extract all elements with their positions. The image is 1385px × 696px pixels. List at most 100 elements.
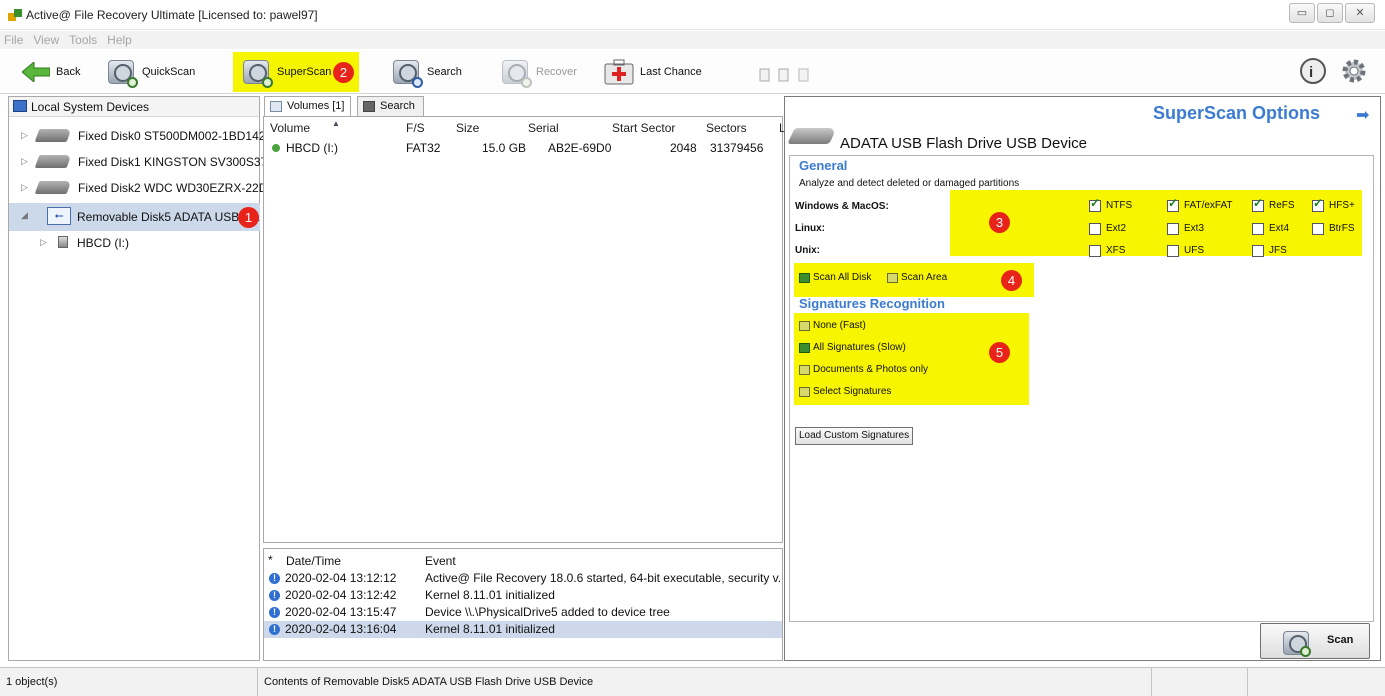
log-column-event[interactable]: Event — [425, 554, 456, 568]
log-row[interactable]: ! 2020-02-04 13:12:42 Kernel 8.11.01 ini… — [264, 587, 782, 604]
recover-button[interactable]: Recover — [502, 54, 577, 90]
hard-disk-icon — [34, 129, 72, 142]
window-title: Active@ File Recovery Ultimate [Licensed… — [26, 8, 318, 22]
device-tree-title: Local System Devices — [31, 100, 150, 114]
volumes-pane: Volumes [1] Search Volume ▲ F/S Size Ser… — [263, 96, 786, 661]
quickscan-icon — [108, 58, 138, 88]
os-label-windows: Windows & MacOS: — [795, 201, 889, 212]
checkbox-refs[interactable]: ReFS — [1252, 196, 1295, 212]
options-title: SuperScan Options — [1153, 103, 1321, 123]
volume-list: Volume ▲ F/S Size Serial Start Sector Se… — [263, 116, 786, 543]
log-row[interactable]: ! 2020-02-04 13:15:47 Device \\.\Physica… — [264, 604, 782, 621]
radio-sig-all[interactable]: All Signatures (Slow) — [799, 342, 906, 353]
column-fs[interactable]: F/S — [406, 121, 425, 135]
log-event: Device \\.\PhysicalDrive5 added to devic… — [425, 605, 670, 619]
radio-sig-none[interactable]: None (Fast) — [799, 320, 866, 331]
help-icon[interactable]: i — [1300, 58, 1326, 84]
superscan-button[interactable]: SuperScan 2 — [233, 52, 359, 92]
arrow-right-icon[interactable]: ➡ — [1356, 105, 1369, 125]
tab-volumes-label: Volumes [1] — [287, 100, 345, 112]
column-start-sector[interactable]: Start Sector — [612, 121, 675, 135]
back-label: Back — [56, 66, 81, 78]
quickscan-button[interactable]: QuickScan — [108, 54, 195, 90]
scan-button[interactable]: Scan — [1260, 623, 1370, 659]
list-icon — [270, 101, 282, 112]
tree-item-disk1[interactable]: ▷ Fixed Disk1 KINGSTON SV300S37... — [9, 149, 277, 175]
log-column-flag: * — [268, 553, 273, 567]
scan-label: Scan — [1327, 634, 1354, 646]
menu-file[interactable]: File — [0, 31, 29, 47]
title-bar: Active@ File Recovery Ultimate [Licensed… — [0, 0, 1385, 30]
quickscan-label: QuickScan — [142, 66, 196, 78]
checkbox-ntfs[interactable]: NTFS — [1089, 196, 1132, 212]
expand-arrow-icon[interactable]: ▷ — [40, 237, 47, 248]
checkbox-ext3[interactable]: Ext3 — [1167, 223, 1204, 235]
device-tree-pane: Local System Devices ▷ Fixed Disk0 ST500… — [8, 96, 284, 661]
search-button[interactable]: Search — [393, 54, 462, 90]
step-badge-5: 5 — [989, 342, 1010, 363]
partition-icon — [58, 236, 68, 248]
superscan-options-panel: SuperScan Options ➡ ADATA USB Flash Driv… — [784, 96, 1381, 661]
tab-search[interactable]: Search — [357, 96, 424, 117]
svg-text:i: i — [1309, 64, 1313, 81]
radio-scan-area[interactable]: Scan Area — [887, 272, 947, 283]
tree-item-label: HBCD (I:) — [77, 236, 129, 250]
checkbox-btrfs[interactable]: BtrFS — [1312, 223, 1355, 235]
back-button[interactable]: Back — [22, 54, 80, 90]
checkbox-fat-exfat[interactable]: FAT/exFAT — [1167, 196, 1233, 212]
cell-sectors: 31379456 — [710, 141, 764, 155]
column-size[interactable]: Size — [456, 121, 479, 135]
log-row[interactable]: ! 2020-02-04 13:12:12 Active@ File Recov… — [264, 570, 782, 587]
tab-volumes[interactable]: Volumes [1] — [264, 96, 352, 117]
status-bar: 1 object(s) Contents of Removable Disk5 … — [0, 667, 1385, 696]
lastchance-button[interactable]: Last Chance — [604, 54, 702, 90]
minimize-button[interactable]: ▭ — [1289, 3, 1315, 23]
radio-sig-select[interactable]: Select Signatures — [799, 386, 891, 397]
checkbox-hfs-plus[interactable]: HFS+ — [1312, 196, 1355, 212]
log-row[interactable]: ! 2020-02-04 13:16:04 Kernel 8.11.01 ini… — [264, 621, 782, 638]
close-button[interactable]: ✕ — [1345, 3, 1375, 23]
back-arrow-icon — [22, 62, 50, 82]
column-volume[interactable]: Volume — [270, 121, 310, 135]
usb-icon: ⭠ — [47, 207, 71, 225]
radio-sig-documents-photos[interactable]: Documents & Photos only — [799, 364, 928, 375]
radio-scan-all-disk[interactable]: Scan All Disk — [799, 272, 871, 283]
general-description: Analyze and detect deleted or damaged pa… — [799, 178, 1020, 189]
search-icon — [393, 58, 423, 88]
status-object-count: 1 object(s) — [0, 668, 258, 696]
checkbox-xfs[interactable]: XFS — [1089, 245, 1125, 257]
log-column-datetime[interactable]: Date/Time — [286, 554, 341, 568]
recover-icon — [502, 58, 532, 88]
superscan-icon — [243, 58, 273, 88]
checkbox-ufs[interactable]: UFS — [1167, 245, 1204, 257]
menu-view[interactable]: View — [29, 31, 65, 47]
hard-disk-icon — [34, 181, 72, 194]
log-event: Kernel 8.11.01 initialized — [425, 588, 555, 602]
settings-gear-icon[interactable] — [1340, 57, 1368, 85]
info-icon: ! — [269, 624, 280, 635]
menu-tools[interactable]: Tools — [65, 31, 103, 47]
collapse-arrow-icon[interactable]: ◢ — [21, 210, 28, 221]
column-serial[interactable]: Serial — [528, 121, 559, 135]
checkbox-ext2[interactable]: Ext2 — [1089, 223, 1126, 235]
maximize-button[interactable]: ◻ — [1317, 3, 1343, 23]
expand-arrow-icon[interactable]: ▷ — [21, 182, 28, 193]
device-name: ADATA USB Flash Drive USB Device — [840, 135, 1088, 152]
tab-search-label: Search — [380, 100, 415, 112]
checkbox-ext4[interactable]: Ext4 — [1252, 223, 1289, 235]
info-icon: ! — [269, 590, 280, 601]
tree-item-disk5[interactable]: ◢ ⭠ Removable Disk5 ADATA USB Fla 1 — [9, 203, 260, 231]
load-custom-signatures-button[interactable]: Load Custom Signatures — [795, 427, 914, 445]
expand-arrow-icon[interactable]: ▷ — [21, 156, 28, 167]
tree-item-disk0[interactable]: ▷ Fixed Disk0 ST500DM002-1BD142 ... — [9, 123, 279, 149]
checkbox-jfs[interactable]: JFS — [1252, 245, 1287, 257]
cell-serial: AB2E-69D0 — [548, 141, 612, 155]
tree-item-disk2[interactable]: ▷ Fixed Disk2 WDC WD30EZRX-22D8... — [9, 175, 284, 201]
tree-item-hbcd[interactable]: ▷ HBCD (I:) — [9, 230, 260, 256]
column-sectors[interactable]: Sectors — [706, 121, 747, 135]
log-time: 2020-02-04 13:15:47 — [285, 605, 397, 619]
device-tree-header: Local System Devices — [9, 97, 259, 117]
hard-disk-icon — [34, 155, 72, 168]
expand-arrow-icon[interactable]: ▷ — [21, 130, 28, 141]
menu-help[interactable]: Help — [103, 31, 138, 47]
